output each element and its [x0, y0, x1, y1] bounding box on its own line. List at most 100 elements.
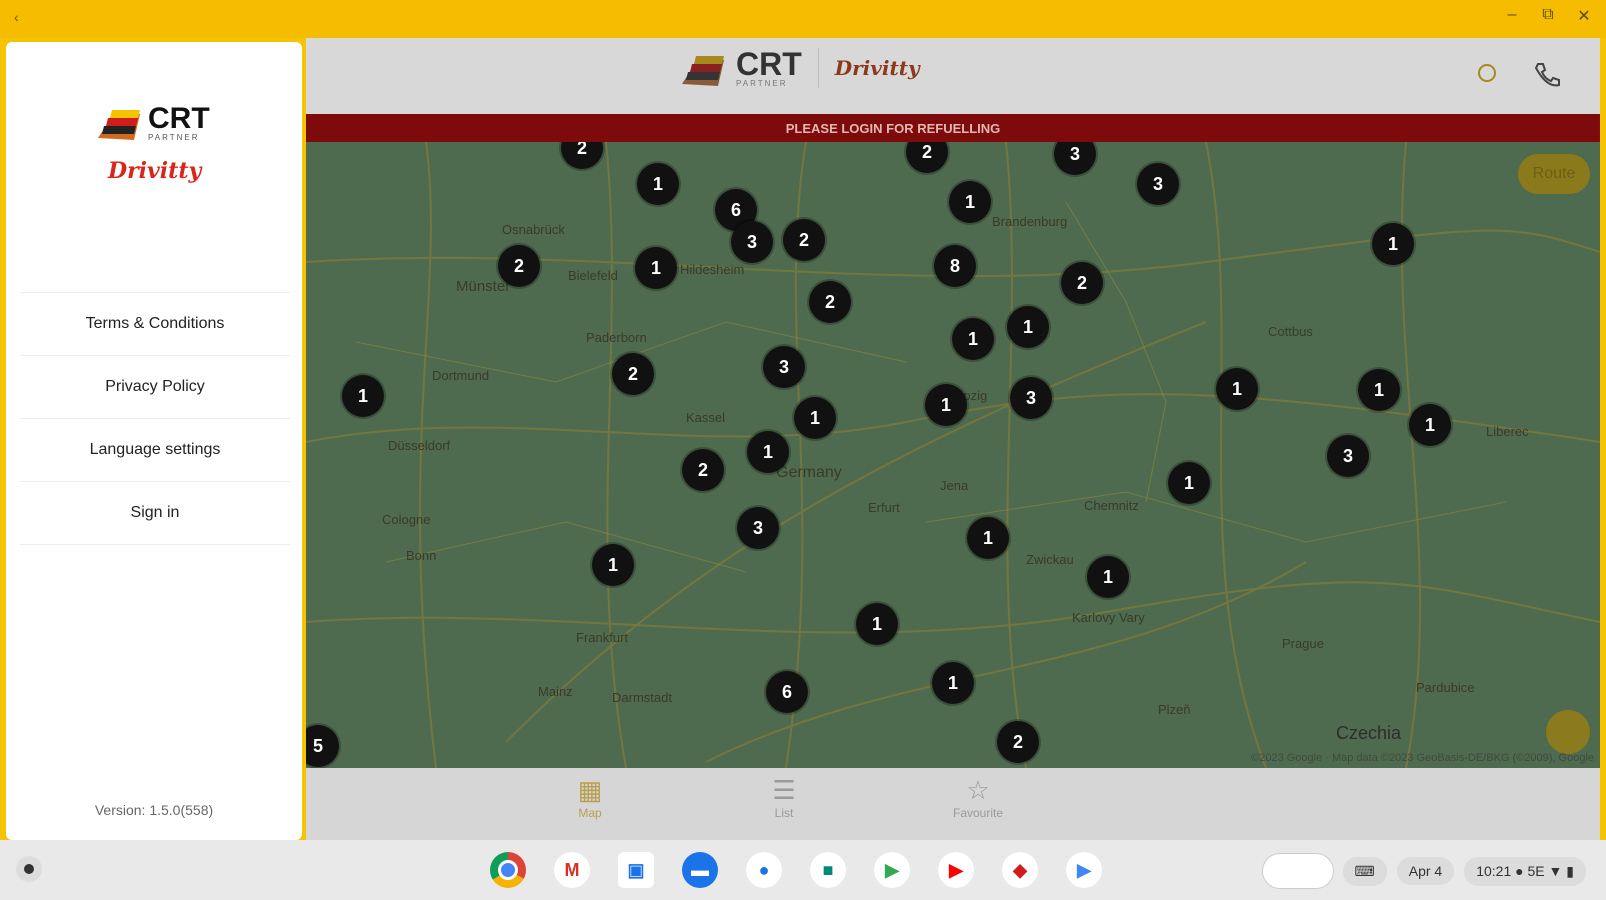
map-city-label: Cottbus	[1268, 324, 1313, 339]
back-icon[interactable]: ‹	[14, 9, 19, 25]
crt-app-icon[interactable]: ◆	[1002, 852, 1038, 888]
play-store-icon[interactable]: ▶	[874, 852, 910, 888]
header-logo: CRT PARTNER Drivitty	[678, 46, 920, 90]
menu-item-label: Privacy Policy	[105, 378, 205, 395]
launcher-button[interactable]	[16, 856, 42, 882]
map-cluster[interactable]: 1	[1409, 404, 1451, 446]
close-icon[interactable]: ✕	[1576, 6, 1592, 26]
map-cluster[interactable]: 1	[342, 375, 384, 417]
nav-favourite-label: Favourite	[952, 806, 1004, 820]
crt-logo-icon	[682, 56, 724, 86]
map-cluster[interactable]: 2	[783, 219, 825, 261]
menu-item-label: Sign in	[130, 504, 180, 521]
map-cluster[interactable]: 1	[856, 603, 898, 645]
map-cluster[interactable]: 2	[997, 721, 1039, 763]
app-window: CRT PARTNER Drivitty PLEASE LOGIN FOR RE…	[306, 38, 1600, 840]
map-cluster[interactable]: 3	[737, 507, 779, 549]
map-cluster[interactable]: 3	[1327, 435, 1369, 477]
status-tray: ⌨ Apr 4 10:21 ● 5E ▼ ▮	[1262, 854, 1586, 888]
map-city-label: Zwickau	[1026, 552, 1074, 567]
menu-item-language[interactable]: Language settings	[20, 418, 290, 481]
map-cluster[interactable]: 2	[809, 281, 851, 323]
map-city-label: Darmstadt	[612, 690, 672, 705]
map-city-label: Jena	[940, 478, 969, 493]
status-area[interactable]: 10:21 ● 5E ▼ ▮	[1464, 856, 1586, 886]
map-cluster[interactable]: 3	[763, 346, 805, 388]
menu-item-sign-in[interactable]: Sign in	[20, 481, 290, 545]
login-banner[interactable]: PLEASE LOGIN FOR REFUELLING	[306, 114, 1600, 142]
map-cluster[interactable]: 1	[1358, 369, 1400, 411]
map-city-label: Erfurt	[868, 500, 900, 515]
map-cluster[interactable]: 2	[498, 245, 540, 287]
map-city-label: Prague	[1282, 636, 1324, 651]
map-cluster[interactable]: 1	[932, 662, 974, 704]
youtube-icon[interactable]: ▶	[938, 852, 974, 888]
map-city-label: Chemnitz	[1084, 498, 1139, 513]
map-cluster[interactable]: 1	[1168, 462, 1210, 504]
map-cluster[interactable]: 1	[592, 544, 634, 586]
map-city-label: Hildesheim	[680, 262, 745, 277]
nav-map-label: Map	[578, 806, 602, 820]
header-logo-sub: PARTNER	[736, 79, 788, 88]
battery-label: 5E	[1527, 862, 1545, 879]
my-location-button[interactable]	[1546, 710, 1590, 754]
map-city-label: Plzeň	[1158, 702, 1191, 717]
map-cluster[interactable]: 1	[952, 318, 994, 360]
map-view[interactable]: Osnabrück Münster Bielefeld Paderborn Do…	[306, 142, 1600, 768]
map-cluster[interactable]: 1	[635, 247, 677, 289]
messages-icon[interactable]: ●	[746, 852, 782, 888]
app-version: Version: 1.5.0(558)	[94, 802, 214, 818]
map-cluster[interactable]: 1	[1007, 306, 1049, 348]
nav-list[interactable]: ☰ List	[734, 774, 834, 820]
drawer-logo-text: CRT	[148, 102, 210, 135]
menu-item-terms[interactable]: Terms & Conditions	[20, 292, 290, 355]
toggle-switch[interactable]	[1262, 854, 1333, 888]
phone-icon[interactable]	[1532, 60, 1562, 90]
calendar-icon[interactable]: ▣	[618, 852, 654, 888]
map-cluster[interactable]: 1	[747, 431, 789, 473]
drawer-menu: Terms & Conditions Privacy Policy Langua…	[20, 292, 290, 545]
chrome-icon[interactable]	[490, 852, 526, 888]
map-cluster[interactable]: 3	[1010, 377, 1052, 419]
map-city-label: Mainz	[538, 684, 573, 699]
nav-map[interactable]: ▦ Map	[540, 774, 640, 820]
keyboard-icon[interactable]: ⌨	[1342, 856, 1387, 886]
map-city-label: Pardubice	[1416, 680, 1475, 695]
meet-icon[interactable]: ■	[810, 852, 846, 888]
map-cluster[interactable]: 1	[925, 384, 967, 426]
drawer-brand: Drivitty	[108, 158, 202, 184]
map-cluster[interactable]: 1	[967, 517, 1009, 559]
gmail-icon[interactable]: M	[554, 852, 590, 888]
map-country-label: Germany	[776, 464, 842, 481]
clock: 10:21	[1476, 862, 1512, 879]
map-cluster[interactable]: 3	[731, 221, 773, 263]
minimize-icon[interactable]: –	[1504, 6, 1520, 26]
play-store-icon[interactable]: ▶	[1066, 852, 1102, 888]
map-cluster[interactable]: 1	[1372, 223, 1414, 265]
map-cluster[interactable]: 6	[766, 671, 808, 713]
map-cluster[interactable]: 3	[1137, 163, 1179, 205]
files-icon[interactable]: ▬	[682, 852, 718, 888]
map-city-label: Cologne	[382, 512, 431, 527]
route-button[interactable]: Route	[1518, 154, 1590, 194]
list-icon: ☰	[772, 775, 796, 805]
map-cluster[interactable]: 1	[637, 163, 679, 205]
map-cluster[interactable]: 1	[949, 181, 991, 223]
map-cluster[interactable]: 1	[794, 397, 836, 439]
menu-item-label: Terms & Conditions	[85, 315, 225, 332]
map-cluster[interactable]: 8	[934, 245, 976, 287]
map-city-label: Paderborn	[586, 330, 647, 345]
map-cluster[interactable]: 2	[612, 353, 654, 395]
map-cluster[interactable]: 2	[1061, 262, 1103, 304]
map-city-label: Dortmund	[432, 368, 490, 383]
map-cluster[interactable]: 1	[1087, 556, 1129, 598]
search-icon[interactable]	[1478, 64, 1496, 82]
date-label[interactable]: Apr 4	[1396, 857, 1455, 885]
map-cluster[interactable]: 1	[1216, 368, 1258, 410]
map-cluster[interactable]: 2	[682, 449, 724, 491]
nav-favourite[interactable]: ☆ Favourite	[928, 774, 1028, 820]
window-titlebar: ‹ – ⧉ ✕	[0, 0, 1606, 38]
restore-icon[interactable]: ⧉	[1540, 6, 1556, 26]
menu-item-privacy[interactable]: Privacy Policy	[20, 355, 290, 418]
map-city-label: Brandenburg	[992, 214, 1068, 229]
